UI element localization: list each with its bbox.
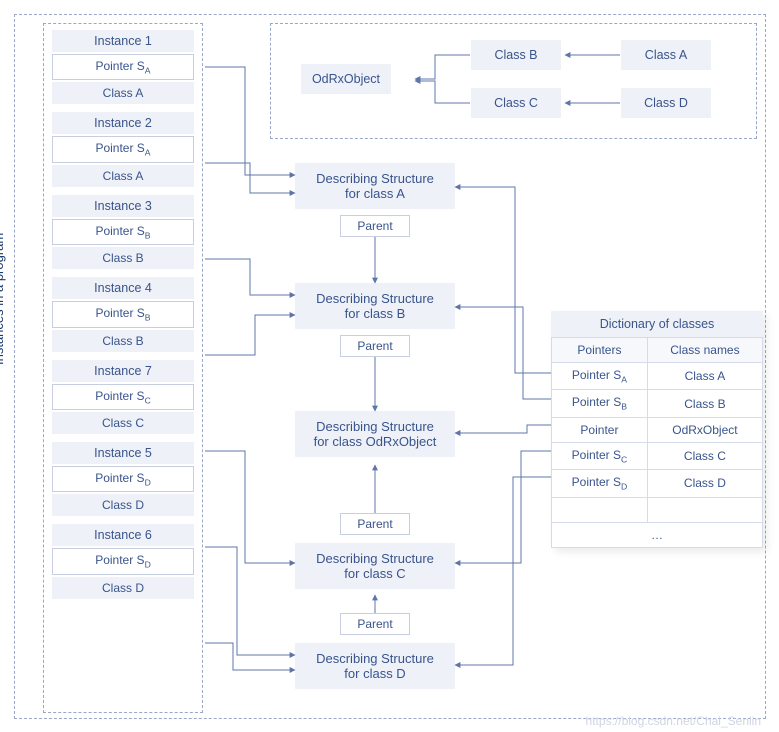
instances-panel-label: Instances in a program (0, 233, 6, 365)
dictionary-title: Dictionary of classes (551, 311, 763, 337)
describing-structure-a: Describing Structure for class A (295, 163, 455, 209)
instance-class: Class C (52, 412, 194, 434)
hierarchy-node-class-a: Class A (621, 40, 711, 70)
instance-class: Class D (52, 577, 194, 599)
describing-structure-b: Describing Structure for class B (295, 283, 455, 329)
instance-title: Instance 3 (52, 195, 194, 217)
instance-pointer: Pointer SC (52, 384, 194, 410)
instance-block: Instance 4 Pointer SB Class B (52, 277, 194, 351)
diagram-frame: Instances in a program Instance 1 Pointe… (14, 14, 766, 719)
hierarchy-node-class-b: Class B (471, 40, 561, 70)
table-row: Pointer SCClass C (552, 442, 763, 469)
dictionary-of-classes: Dictionary of classes Pointers Class nam… (551, 311, 763, 548)
instance-class: Class B (52, 247, 194, 269)
table-row (552, 497, 763, 522)
instance-title: Instance 1 (52, 30, 194, 52)
hierarchy-node-odrxobject: OdRxObject (301, 64, 391, 94)
instance-pointer: Pointer SD (52, 466, 194, 492)
table-row: PointerOdRxObject (552, 417, 763, 442)
table-row: … (552, 522, 763, 547)
instances-panel: Instance 1 Pointer SA Class A Instance 2… (43, 23, 203, 713)
describing-structure-d: Describing Structure for class D (295, 643, 455, 689)
parent-label: Parent (340, 513, 410, 535)
hierarchy-node-class-c: Class C (471, 88, 561, 118)
instance-pointer: Pointer SD (52, 548, 194, 574)
dictionary-table: Pointers Class names Pointer SAClass A P… (551, 337, 763, 548)
instance-pointer: Pointer SB (52, 219, 194, 245)
instance-block: Instance 2 Pointer SA Class A (52, 112, 194, 186)
dictionary-header-classnames: Class names (647, 338, 762, 363)
table-row: Pointer SDClass D (552, 470, 763, 497)
hierarchy-node-class-d: Class D (621, 88, 711, 118)
instance-class: Class A (52, 165, 194, 187)
instance-class: Class A (52, 82, 194, 104)
instance-title: Instance 2 (52, 112, 194, 134)
instance-title: Instance 6 (52, 524, 194, 546)
instance-title: Instance 7 (52, 360, 194, 382)
table-row: Pointer SBClass B (552, 390, 763, 417)
instance-block: Instance 7 Pointer SC Class C (52, 360, 194, 434)
describing-structure-c: Describing Structure for class C (295, 543, 455, 589)
table-row: Pointer SAClass A (552, 363, 763, 390)
hierarchy-panel: OdRxObject Class B Class C Class A Class… (270, 23, 757, 139)
instance-block: Instance 5 Pointer SD Class D (52, 442, 194, 516)
instance-title: Instance 5 (52, 442, 194, 464)
instance-block: Instance 1 Pointer SA Class A (52, 30, 194, 104)
watermark: https://blog.csdn.net/Chai_Senlin (586, 714, 761, 728)
parent-label: Parent (340, 335, 410, 357)
instance-pointer: Pointer SA (52, 54, 194, 80)
parent-label: Parent (340, 613, 410, 635)
parent-label: Parent (340, 215, 410, 237)
instance-title: Instance 4 (52, 277, 194, 299)
instance-class: Class D (52, 494, 194, 516)
describing-structure-odrxobject: Describing Structure for class OdRxObjec… (295, 411, 455, 457)
instance-pointer: Pointer SB (52, 301, 194, 327)
instance-pointer: Pointer SA (52, 136, 194, 162)
instance-block: Instance 3 Pointer SB Class B (52, 195, 194, 269)
instance-block: Instance 6 Pointer SD Class D (52, 524, 194, 598)
instance-class: Class B (52, 330, 194, 352)
dictionary-header-pointers: Pointers (552, 338, 648, 363)
